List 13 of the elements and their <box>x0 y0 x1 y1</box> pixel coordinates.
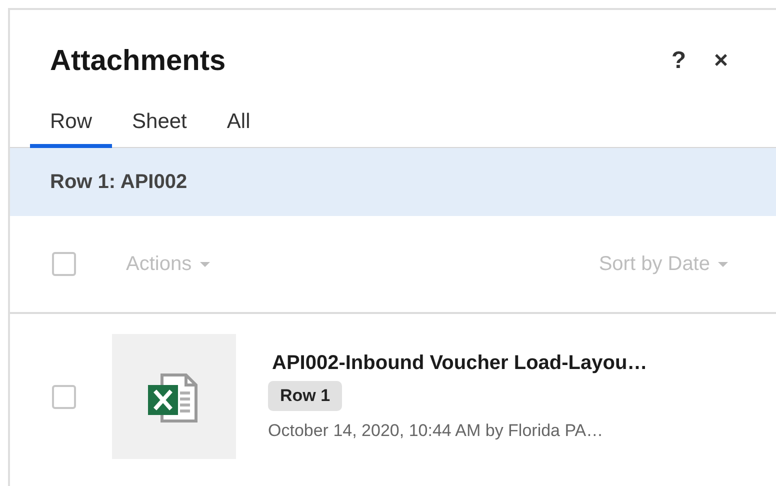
tab[interactable]: All <box>206 110 270 148</box>
panel-title: Attachments <box>50 44 227 78</box>
caret-icon <box>200 262 210 266</box>
checkbox[interactable] <box>52 384 76 408</box>
row-tag: Row 1 <box>268 381 342 411</box>
section-header: Row 1: API002 <box>10 148 776 216</box>
file-meta: October 14, 2020, 10:44 AM by Florida PA… <box>268 421 604 441</box>
help-button[interactable]: ? <box>663 47 694 75</box>
caret-icon <box>718 262 728 266</box>
close-button[interactable]: × <box>706 47 736 75</box>
tab[interactable]: Sheet <box>112 110 207 148</box>
file-name[interactable]: API002-Inbound Voucher Load-Layou… <box>272 352 648 375</box>
file-thumbnail[interactable] <box>112 334 236 459</box>
